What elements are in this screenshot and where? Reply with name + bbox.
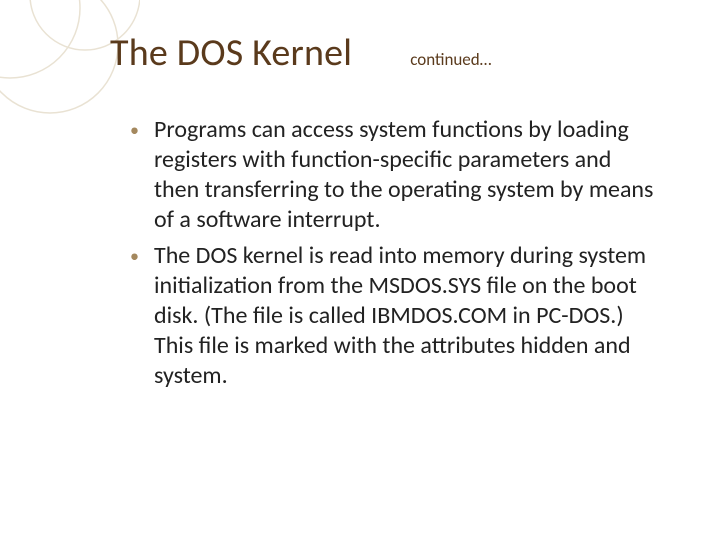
bullet-text: Programs can access system functions by … xyxy=(154,115,653,234)
slide-body: Programs can access system functions by … xyxy=(130,115,660,397)
slide: The DOS Kernel continued… Programs can a… xyxy=(0,0,720,540)
bullet-list: Programs can access system functions by … xyxy=(130,115,660,391)
slide-title: The DOS Kernel xyxy=(110,30,352,76)
list-item: Programs can access system functions by … xyxy=(130,115,660,235)
bullet-text: The DOS kernel is read into memory durin… xyxy=(154,241,646,390)
list-item: The DOS kernel is read into memory durin… xyxy=(130,241,660,391)
continued-label: continued… xyxy=(410,49,491,70)
